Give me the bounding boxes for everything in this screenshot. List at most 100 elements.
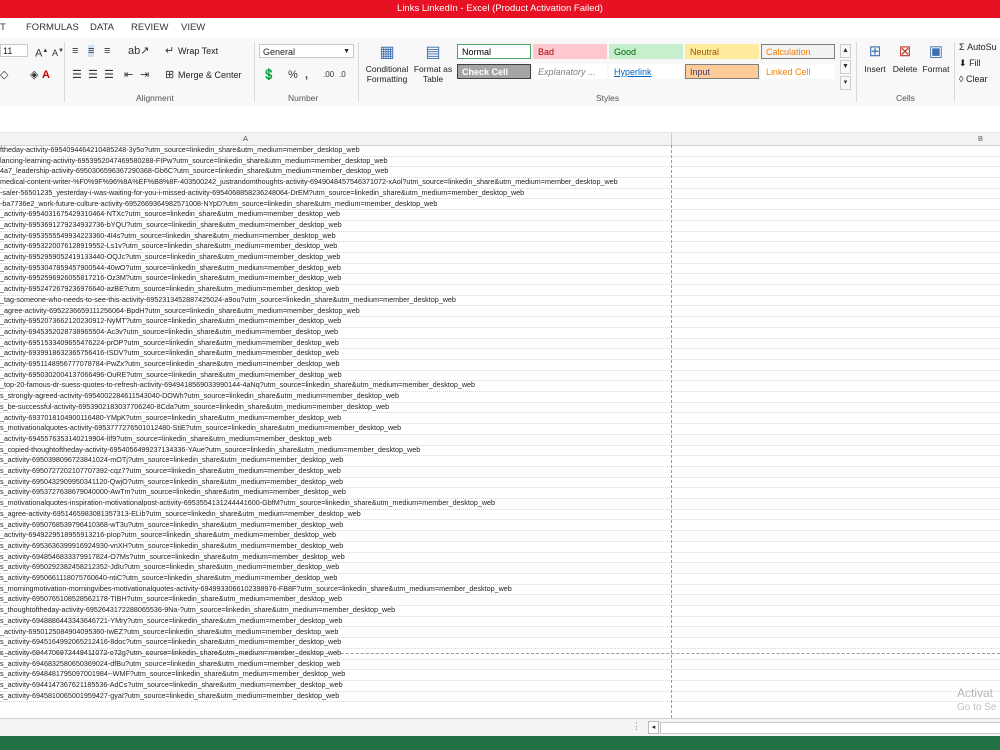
cell-a-link[interactable]: s_activity-6950765108528562178-TIBH?utm_…: [0, 594, 342, 605]
cell-a-link[interactable]: s_motivationalquotes-activity-6953777276…: [0, 423, 401, 434]
cell-style-hyperlink[interactable]: Hyperlink: [609, 64, 683, 79]
wrap-text-icon[interactable]: ↵: [165, 45, 174, 57]
cell-style-neutral[interactable]: Neutral: [685, 44, 759, 59]
orientation-icon[interactable]: ab↗: [128, 45, 149, 57]
align-top-icon[interactable]: ≡: [72, 45, 78, 57]
cell-a-link[interactable]: _activity-6953047859457900544-40wO?utm_s…: [0, 263, 341, 274]
cell-a-link[interactable]: s_activity-6950432909950341120-QwjO?utm_…: [0, 477, 343, 488]
cell-a-link[interactable]: _activity-6937018104900116480-YMpK?utm_s…: [0, 413, 341, 424]
cell-a-link[interactable]: _top-20-famous-dr-suess-quotes-to-refres…: [0, 380, 475, 391]
cell-a-link[interactable]: s_activity-6948481795097001984--WMF?utm_…: [0, 669, 345, 680]
cell-a-link[interactable]: _activity-6950125084904095360-IwEZ?utm_s…: [0, 627, 338, 638]
format-as-table-button[interactable]: ▤ Format as Table: [413, 42, 453, 88]
cell-style-good[interactable]: Good: [609, 44, 683, 59]
increase-decimal-icon[interactable]: .00: [323, 69, 334, 81]
tab-formulas[interactable]: FORMULAS: [26, 22, 79, 33]
highlight-icon[interactable]: ◈: [30, 69, 38, 81]
cell-a-link[interactable]: s_activity-6948886443343646721-YMry?utm_…: [0, 616, 342, 627]
decrease-decimal-icon[interactable]: .0: [339, 69, 346, 81]
gallery-scroll-down-icon[interactable]: ▼: [840, 60, 851, 74]
merge-icon[interactable]: ⊞: [165, 69, 174, 81]
cell-a-link[interactable]: _activity-6953220076128919552-Ls1v?utm_s…: [0, 241, 337, 252]
cell-a-link[interactable]: s_activity-6950661118075760640-ntiC?utm_…: [0, 573, 337, 584]
cell-a-link[interactable]: _activity-6949229518955913216-pIop?utm_s…: [0, 530, 336, 541]
cell-a-link[interactable]: medical-content-writer-%F0%9F%96%8A%EF%B…: [0, 177, 618, 188]
cell-style-check-cell[interactable]: Check Cell: [457, 64, 531, 79]
gallery-more-icon[interactable]: ▾: [840, 76, 851, 90]
cell-style-calculation[interactable]: Calculation: [761, 44, 835, 59]
cell-a-link[interactable]: _agree-activity-6952236659111256064-BpdH…: [0, 306, 360, 317]
comma-button[interactable]: ,: [305, 69, 308, 81]
align-left-icon[interactable]: ☰: [72, 69, 82, 81]
cell-a-link[interactable]: 4a7_leadership-activity-6950306596367290…: [0, 166, 388, 177]
tab-data[interactable]: DATA: [90, 22, 114, 33]
cell-a-link[interactable]: _activity-6954031675429310464-NTXc?utm_s…: [0, 209, 340, 220]
cell-style-normal[interactable]: Normal: [457, 44, 531, 59]
percent-button[interactable]: %: [288, 69, 298, 81]
cell-a-link[interactable]: s_activity-6945164992065212416-8doc?utm_…: [0, 637, 341, 648]
formula-bar[interactable]: [0, 106, 1000, 133]
font-size-select[interactable]: 11: [0, 44, 28, 57]
cell-a-link[interactable]: s_activity-6944147367621185536-AdCs?utm_…: [0, 680, 343, 691]
horizontal-scrollbar[interactable]: [660, 722, 1000, 734]
cell-a-link[interactable]: _activity-6945576353140219904-lIf9?utm_s…: [0, 434, 332, 445]
cell-style-input[interactable]: Input: [685, 64, 759, 79]
cell-a-link[interactable]: s_motivationalquotes-inspiration-motivat…: [0, 498, 495, 509]
cell-a-link[interactable]: _activity-6945352028738965504-Ac3v?utm_s…: [0, 327, 338, 338]
cell-a-link[interactable]: ftheday-activity-6954094464210485248-3y5…: [0, 145, 360, 156]
delete-button[interactable]: ⊠ Delete: [891, 42, 919, 74]
clear-button[interactable]: ◊ Clear: [959, 74, 987, 84]
cell-a-link[interactable]: s_activity-6950727202107707392-cqz7?utm_…: [0, 466, 341, 477]
cell-style-explanatory[interactable]: Explanatory ...: [533, 64, 607, 79]
more-options-icon[interactable]: ⋮: [632, 721, 641, 732]
cell-style-bad[interactable]: Bad: [533, 44, 607, 59]
cell-style-linked-cell[interactable]: Linked Cell: [761, 64, 835, 79]
cell-a-link[interactable]: _tag-someone-who-needs-to-see-this-activ…: [0, 295, 456, 306]
cell-a-link[interactable]: s_activity-6950768539796410368-wT3u?utm_…: [0, 520, 343, 531]
cell-a-link[interactable]: s_strongly-agreed-activity-6954002284611…: [0, 391, 399, 402]
cell-a-link[interactable]: s_activity-6953727638679040000-AwTm?utm_…: [0, 487, 346, 498]
currency-icon[interactable]: 💲: [262, 69, 276, 81]
cell-a-link[interactable]: -saler-56501235_yesterday-i-was-waiting-…: [0, 188, 524, 199]
cell-a-link[interactable]: _activity-6952073662120230912-NyMT?utm_s…: [0, 316, 341, 327]
cell-a-link[interactable]: _activity-6953691279234932736-bYQU?utm_s…: [0, 220, 342, 231]
table-row[interactable]: s_activity-6945810065001959427-gyaI?utm_…: [0, 691, 1000, 703]
cell-a-link[interactable]: s_activity-6950398096723841024-mOTj?utm_…: [0, 455, 343, 466]
cell-a-link[interactable]: s_activity-6945810065001959427-gyaI?utm_…: [0, 691, 339, 702]
align-bottom-icon[interactable]: ≡: [104, 45, 110, 57]
cell-a-link[interactable]: _activity-6950302004137066496-OuRE?utm_s…: [0, 370, 342, 381]
column-header-a[interactable]: A: [243, 134, 248, 143]
wrap-text-button[interactable]: Wrap Text: [178, 46, 218, 56]
column-header-b[interactable]: B: [978, 134, 983, 143]
gallery-scroll-up-icon[interactable]: ▲: [840, 44, 851, 58]
fill-color-icon[interactable]: ◇: [0, 69, 8, 81]
cell-a-link[interactable]: -ba7736e2_work-future-culture-activity-6…: [0, 199, 437, 210]
autosum-button[interactable]: Σ AutoSu: [959, 42, 997, 52]
insert-button[interactable]: ⊞ Insert: [861, 42, 889, 74]
cell-a-link[interactable]: _activity-6953555549934223360-4I4s?utm_s…: [0, 231, 336, 242]
increase-indent-icon[interactable]: ⇥: [140, 69, 149, 81]
cell-a-link[interactable]: s_activity-6948546833379917824-O7Ms?utm_…: [0, 552, 345, 563]
cell-a-link[interactable]: _activity-6951148956777078784-PwZx?utm_s…: [0, 359, 339, 370]
format-button[interactable]: ▣ Format: [921, 42, 951, 74]
align-center-icon[interactable]: ☰: [88, 69, 98, 81]
fill-button[interactable]: ⬇ Fill: [959, 58, 981, 69]
cell-a-link[interactable]: lancing-learning-activity-69539520474695…: [0, 156, 388, 167]
tab-review[interactable]: REVIEW: [131, 22, 168, 33]
scroll-left-icon[interactable]: ◂: [648, 721, 659, 734]
cell-a-link[interactable]: s_be-successful-activity-695390218303770…: [0, 402, 389, 413]
cell-a-link[interactable]: s_copied-thoughtoftheday-activity-695405…: [0, 445, 420, 456]
tab-view[interactable]: VIEW: [181, 22, 205, 33]
align-right-icon[interactable]: ☰: [104, 69, 114, 81]
decrease-font-icon[interactable]: A▼: [52, 45, 64, 59]
cell-a-link[interactable]: _activity-6951533409655476224-prOP?utm_s…: [0, 338, 339, 349]
number-format-select[interactable]: General ▼: [259, 44, 354, 58]
align-middle-icon[interactable]: ≡: [88, 45, 95, 57]
cell-a-link[interactable]: s_morningmotivation-morningvibes-motivat…: [0, 584, 512, 595]
cell-a-link[interactable]: s_agree-activity-6951465983081357313-ELi…: [0, 509, 361, 520]
cell-a-link[interactable]: _activity-6952472679236976640-azBE?utm_s…: [0, 284, 339, 295]
decrease-indent-icon[interactable]: ⇤: [124, 69, 133, 81]
tab-insert[interactable]: T: [0, 22, 6, 33]
font-color-icon[interactable]: A: [42, 69, 50, 81]
conditional-formatting-button[interactable]: ▦ Conditional Formatting: [362, 42, 412, 88]
